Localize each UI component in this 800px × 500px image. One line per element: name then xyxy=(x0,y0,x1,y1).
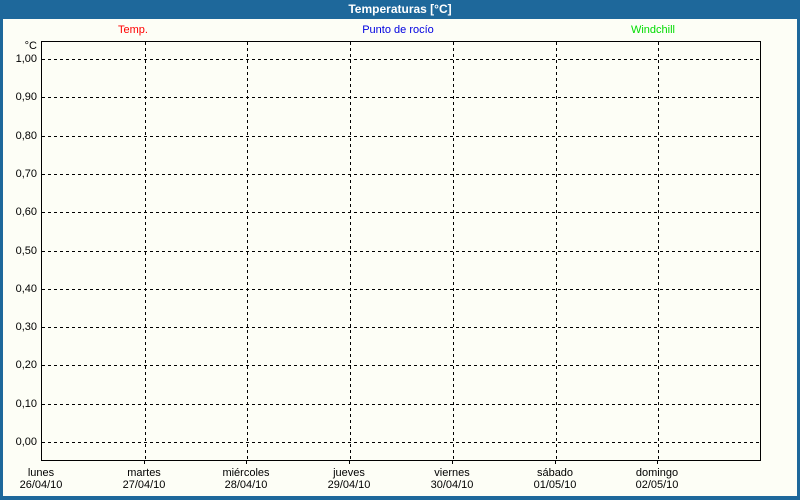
y-axis-label: 0,10 xyxy=(0,398,37,410)
gridline-vertical xyxy=(145,42,146,460)
gridline-horizontal xyxy=(42,212,760,213)
x-axis-label: martes27/04/10 xyxy=(94,467,194,491)
gridline-horizontal xyxy=(42,136,760,137)
x-axis-tick xyxy=(246,461,247,464)
x-axis-date: 26/04/10 xyxy=(0,479,91,491)
x-axis-date: 30/04/10 xyxy=(402,479,502,491)
x-axis-label: jueves29/04/10 xyxy=(299,467,399,491)
gridline-horizontal xyxy=(42,442,760,443)
x-axis-day: martes xyxy=(94,467,194,479)
y-axis-label: 0,60 xyxy=(0,206,37,218)
x-axis-day: lunes xyxy=(0,467,91,479)
legend-item-temp: Temp. xyxy=(53,24,213,36)
gridline-horizontal xyxy=(42,365,760,366)
x-axis-day: viernes xyxy=(402,467,502,479)
y-axis-label: 0,70 xyxy=(0,168,37,180)
y-axis-label: 0,50 xyxy=(0,245,37,257)
plot-area xyxy=(41,41,761,461)
x-axis-day: domingo xyxy=(607,467,707,479)
y-axis-label: 0,30 xyxy=(0,321,37,333)
x-axis-tick xyxy=(657,461,658,464)
x-axis-date: 29/04/10 xyxy=(299,479,399,491)
x-axis-label: sábado01/05/10 xyxy=(505,467,605,491)
x-axis-tick xyxy=(555,461,556,464)
legend-item-dew-point: Punto de rocío xyxy=(318,24,478,36)
x-axis-date: 28/04/10 xyxy=(196,479,296,491)
x-axis-day: sábado xyxy=(505,467,605,479)
title-bar: Temperaturas [°C] xyxy=(0,0,800,19)
gridline-vertical xyxy=(350,42,351,460)
gridline-vertical xyxy=(556,42,557,460)
y-axis-label: 0,00 xyxy=(0,436,37,448)
gridline-horizontal xyxy=(42,97,760,98)
gridline-horizontal xyxy=(42,251,760,252)
x-axis-day: miércoles xyxy=(196,467,296,479)
x-axis-day: jueves xyxy=(299,467,399,479)
gridline-horizontal xyxy=(42,174,760,175)
x-axis-tick xyxy=(349,461,350,464)
gridline-vertical xyxy=(658,42,659,460)
weather-chart-window: Temperaturas [°C] Temp. Punto de rocío W… xyxy=(0,0,800,500)
x-axis-label: lunes26/04/10 xyxy=(0,467,91,491)
y-axis-label: 1,00 xyxy=(0,53,37,65)
x-axis-label: miércoles28/04/10 xyxy=(196,467,296,491)
y-axis-label: 0,40 xyxy=(0,283,37,295)
gridline-vertical xyxy=(453,42,454,460)
window-frame-bottom xyxy=(0,496,800,500)
y-axis-label: 0,80 xyxy=(0,130,37,142)
legend-item-windchill: Windchill xyxy=(573,24,733,36)
y-axis-label: 0,20 xyxy=(0,359,37,371)
gridline-horizontal xyxy=(42,404,760,405)
x-axis-label: domingo02/05/10 xyxy=(607,467,707,491)
x-axis-date: 02/05/10 xyxy=(607,479,707,491)
gridline-horizontal xyxy=(42,59,760,60)
gridline-vertical xyxy=(247,42,248,460)
x-axis-date: 27/04/10 xyxy=(94,479,194,491)
gridline-horizontal xyxy=(42,327,760,328)
x-axis-tick xyxy=(452,461,453,464)
x-axis-date: 01/05/10 xyxy=(505,479,605,491)
x-axis-label: viernes30/04/10 xyxy=(402,467,502,491)
y-axis-unit: °C xyxy=(0,40,37,52)
y-axis-label: 0,90 xyxy=(0,91,37,103)
gridline-horizontal xyxy=(42,289,760,290)
chart-title: Temperaturas [°C] xyxy=(348,2,451,16)
x-axis-tick xyxy=(144,461,145,464)
